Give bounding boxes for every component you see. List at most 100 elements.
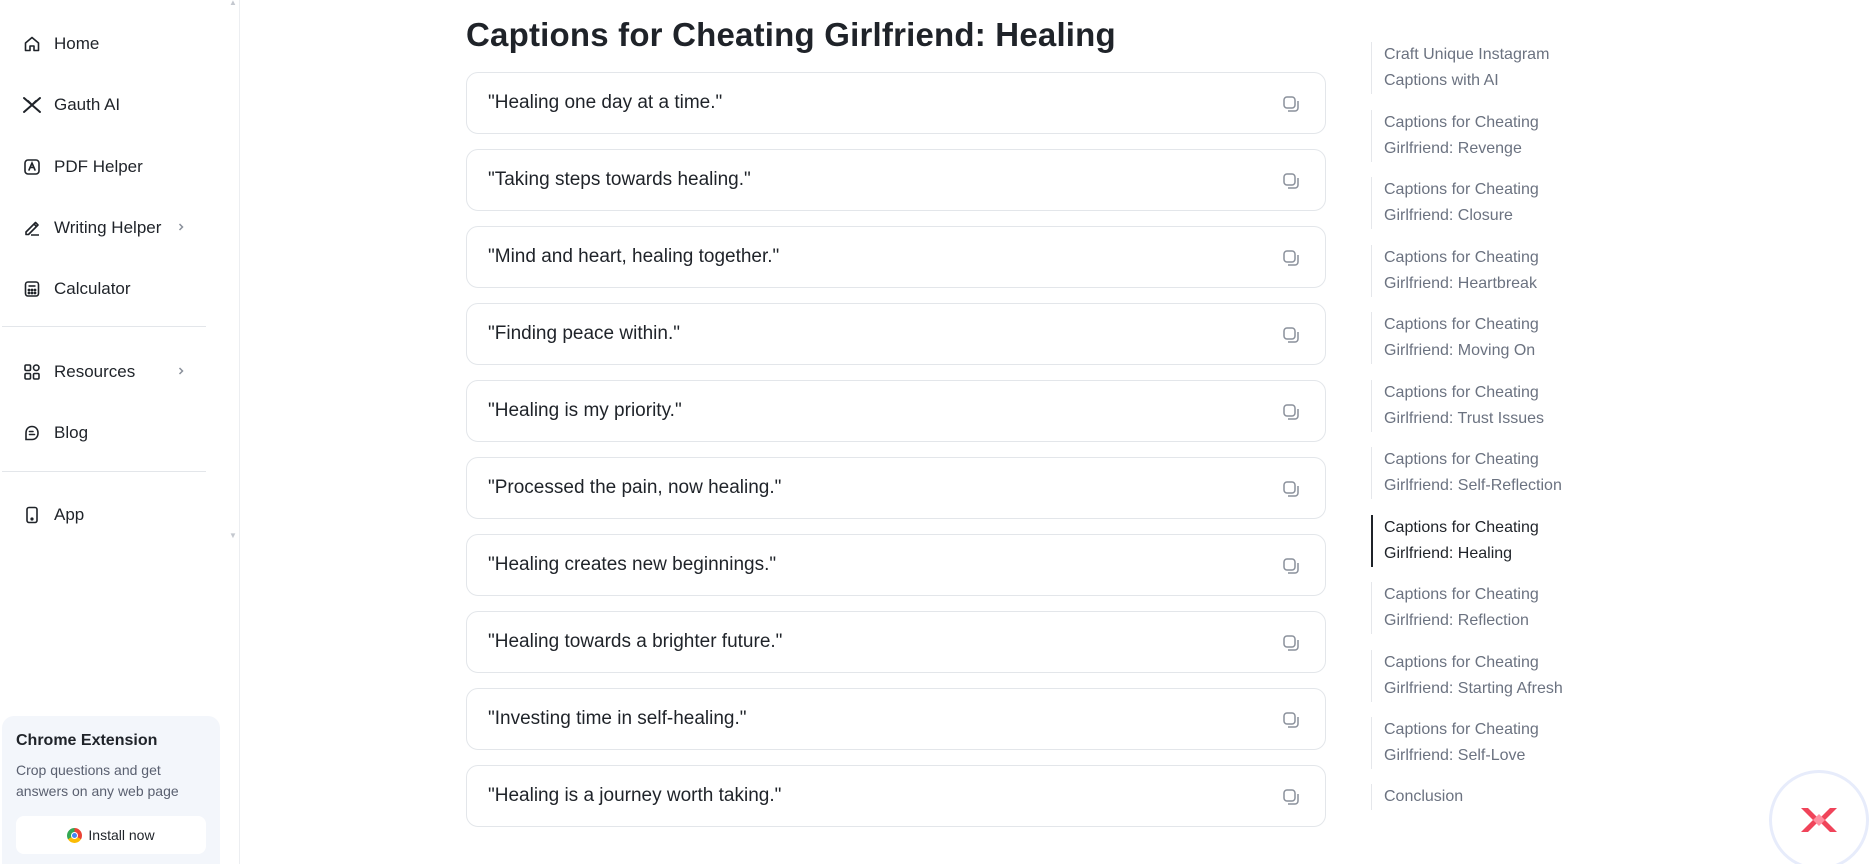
copy-icon[interactable] bbox=[1281, 479, 1301, 499]
toc-item[interactable]: Captions for Cheating Girlfriend: Healing bbox=[1371, 515, 1611, 567]
toc-item-line: Girlfriend: Self-Reflection bbox=[1384, 477, 1562, 494]
sidebar: ▲ Home Gauth AI PDF Helper Writing Helpe… bbox=[0, 0, 240, 864]
gauth-ai-icon bbox=[22, 95, 42, 115]
toc-item[interactable]: Captions for Cheating Girlfriend: Revenge bbox=[1371, 110, 1611, 162]
toc-item-line: Captions for Cheating bbox=[1384, 519, 1539, 536]
pen-icon bbox=[22, 218, 42, 238]
copy-icon[interactable] bbox=[1281, 171, 1301, 191]
copy-icon[interactable] bbox=[1281, 402, 1301, 422]
toc-item[interactable]: Conclusion bbox=[1371, 784, 1611, 810]
toc-item-line: Captions for Cheating bbox=[1384, 384, 1539, 401]
toc-item-line: Captions for Cheating bbox=[1384, 586, 1539, 603]
caption-card: "Taking steps towards healing." bbox=[466, 149, 1326, 211]
toc-item-line: Girlfriend: Revenge bbox=[1384, 140, 1522, 157]
caption-text: "Healing is a journey worth taking." bbox=[488, 785, 782, 806]
toc-item-line: Captions with AI bbox=[1384, 72, 1499, 89]
toc-item-line: Girlfriend: Closure bbox=[1384, 207, 1513, 224]
sidebar-item-label: Gauth AI bbox=[54, 95, 121, 114]
copy-icon[interactable] bbox=[1281, 787, 1301, 807]
caption-text: "Taking steps towards healing." bbox=[488, 169, 751, 190]
caption-text: "Mind and heart, healing together." bbox=[488, 246, 780, 267]
toc-item-line: Girlfriend: Self-Love bbox=[1384, 747, 1526, 764]
sidebar-item-writing-helper[interactable]: Writing Helper bbox=[0, 206, 205, 250]
install-now-button[interactable]: Install now bbox=[16, 816, 206, 854]
toc-item[interactable]: Captions for Cheating Girlfriend: Self-Re… bbox=[1371, 447, 1611, 499]
sidebar-divider bbox=[2, 471, 206, 472]
toc-item-line: Girlfriend: Trust Issues bbox=[1384, 410, 1545, 427]
caption-card: "Healing is my priority." bbox=[466, 380, 1326, 442]
sidebar-item-label: Calculator bbox=[54, 279, 131, 298]
chevron-right-icon bbox=[173, 219, 189, 235]
toc-item-line: Girlfriend: Healing bbox=[1384, 545, 1513, 562]
caption-text: "Healing towards a brighter future." bbox=[488, 631, 783, 652]
sidebar-item-label: App bbox=[54, 505, 85, 524]
caption-text: "Healing is my priority." bbox=[488, 400, 682, 421]
phone-icon bbox=[22, 505, 42, 525]
chrome-icon bbox=[67, 827, 83, 843]
caption-text: "Finding peace within." bbox=[488, 323, 680, 344]
extension-description: Crop questions and get answers on any we… bbox=[16, 762, 179, 799]
chevron-right-icon bbox=[173, 363, 189, 379]
install-now-label: Install now bbox=[88, 827, 155, 843]
caption-card: "Healing towards a brighter future." bbox=[466, 611, 1326, 673]
copy-icon[interactable] bbox=[1281, 556, 1301, 576]
extension-title: Chrome Extension bbox=[16, 732, 158, 749]
toc-item-line: Girlfriend: Reflection bbox=[1384, 612, 1529, 629]
sidebar-divider bbox=[2, 326, 206, 327]
toc-item-line: Captions for Cheating bbox=[1384, 181, 1539, 198]
caption-card: "Investing time in self-healing." bbox=[466, 688, 1326, 750]
caption-text: "Healing one day at a time." bbox=[488, 92, 723, 113]
caption-card: "Mind and heart, healing together." bbox=[466, 226, 1326, 288]
caption-text: "Investing time in self-healing." bbox=[488, 708, 747, 729]
sidebar-item-label: PDF Helper bbox=[54, 157, 143, 176]
toc-item-line: Conclusion bbox=[1384, 788, 1464, 805]
scroll-up-arrow-icon[interactable]: ▲ bbox=[227, 0, 239, 8]
caption-card: "Healing creates new beginnings." bbox=[466, 534, 1326, 596]
copy-icon[interactable] bbox=[1281, 325, 1301, 345]
toc-item[interactable]: Captions for Cheating Girlfriend: Self-Lo… bbox=[1371, 717, 1611, 769]
sidebar-item-label: Blog bbox=[54, 423, 89, 442]
page-title: Captions for Cheating Girlfriend: Healin… bbox=[466, 16, 1116, 53]
toc-item-line: Captions for Cheating bbox=[1384, 451, 1539, 468]
toc-item[interactable]: Captions for Cheating Girlfriend: Heartbr… bbox=[1371, 245, 1611, 297]
toc-item-line: Captions for Cheating bbox=[1384, 721, 1539, 738]
toc-item[interactable]: Captions for Cheating Girlfriend: Trust I… bbox=[1371, 380, 1611, 432]
chrome-extension-card: Chrome Extension Crop questions and get … bbox=[2, 716, 220, 864]
copy-icon[interactable] bbox=[1281, 94, 1301, 114]
copy-icon[interactable] bbox=[1281, 633, 1301, 653]
toc-item[interactable]: Captions for Cheating Girlfriend: Startin… bbox=[1371, 650, 1611, 702]
sidebar-item-pdf-helper[interactable]: PDF Helper bbox=[0, 145, 205, 189]
scroll-down-arrow-icon[interactable]: ▼ bbox=[227, 531, 239, 541]
toc-item[interactable]: Captions for Cheating Girlfriend: Moving … bbox=[1371, 312, 1611, 364]
toc-item-line: Captions for Cheating bbox=[1384, 654, 1539, 671]
home-icon bbox=[22, 34, 42, 54]
sidebar-item-label: Writing Helper bbox=[54, 218, 162, 237]
caption-card: "Processed the pain, now healing." bbox=[466, 457, 1326, 519]
toc-item-line: Captions for Cheating bbox=[1384, 114, 1539, 131]
caption-text: "Processed the pain, now healing." bbox=[488, 477, 782, 498]
toc-item-line: Captions for Cheating bbox=[1384, 316, 1539, 333]
sidebar-item-label: Home bbox=[54, 34, 100, 53]
blog-icon bbox=[22, 423, 42, 443]
toc-item-line: Craft Unique Instagram bbox=[1384, 46, 1550, 63]
floating-assistant-button[interactable] bbox=[1769, 770, 1869, 864]
toc-item-line: Captions for Cheating bbox=[1384, 249, 1539, 266]
sidebar-item-app[interactable]: App bbox=[0, 493, 205, 537]
toc-item[interactable]: Captions for Cheating Girlfriend: Closure bbox=[1371, 177, 1611, 229]
toc-item-line: Girlfriend: Starting Afresh bbox=[1384, 680, 1563, 697]
copy-icon[interactable] bbox=[1281, 710, 1301, 730]
copy-icon[interactable] bbox=[1281, 248, 1301, 268]
sidebar-item-gauth-ai[interactable]: Gauth AI bbox=[0, 83, 205, 127]
grid-icon bbox=[22, 362, 42, 382]
toc-item[interactable]: Captions for Cheating Girlfriend: Reflect… bbox=[1371, 582, 1611, 634]
toc-item-line: Girlfriend: Moving On bbox=[1384, 342, 1536, 359]
calculator-icon bbox=[22, 279, 42, 299]
sidebar-item-home[interactable]: Home bbox=[0, 22, 205, 66]
sidebar-item-blog[interactable]: Blog bbox=[0, 411, 205, 455]
toc-item[interactable]: Craft Unique Instagram Captions with AI bbox=[1371, 42, 1611, 94]
sidebar-item-resources[interactable]: Resources bbox=[0, 350, 205, 394]
toc-item-line: Girlfriend: Heartbreak bbox=[1384, 275, 1537, 292]
sidebar-item-label: Resources bbox=[54, 362, 136, 381]
sidebar-item-calculator[interactable]: Calculator bbox=[0, 267, 205, 311]
caption-card: "Healing is a journey worth taking." bbox=[466, 765, 1326, 827]
